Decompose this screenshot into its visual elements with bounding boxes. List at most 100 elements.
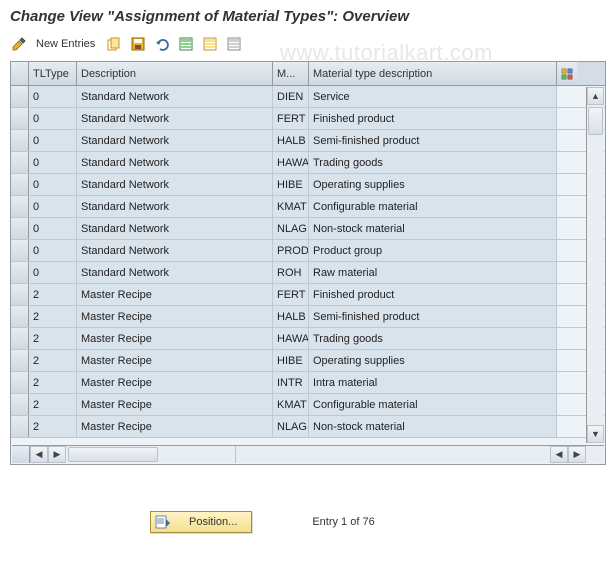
cell-description[interactable]: Standard Network [77, 196, 273, 217]
cell-material-desc[interactable]: Trading goods [309, 328, 557, 349]
cell-material-desc[interactable]: Operating supplies [309, 174, 557, 195]
cell-description[interactable]: Master Recipe [77, 372, 273, 393]
cell-material[interactable]: DIEN [273, 86, 309, 107]
row-selector[interactable] [11, 174, 29, 195]
cell-material-desc[interactable]: Configurable material [309, 196, 557, 217]
cell-description[interactable]: Master Recipe [77, 394, 273, 415]
row-selector[interactable] [11, 372, 29, 393]
cell-material[interactable]: FERT [273, 284, 309, 305]
cell-material-desc[interactable]: Non-stock material [309, 416, 557, 437]
row-selector[interactable] [11, 416, 29, 437]
cell-material-desc[interactable]: Finished product [309, 284, 557, 305]
cell-material[interactable]: NLAG [273, 218, 309, 239]
cell-tltype[interactable]: 0 [29, 174, 77, 195]
cell-tltype[interactable]: 0 [29, 86, 77, 107]
row-selector[interactable] [11, 196, 29, 217]
table-row[interactable]: 2Master RecipeHAWATrading goods [11, 328, 605, 350]
cell-material-desc[interactable]: Non-stock material [309, 218, 557, 239]
position-button[interactable]: Position... [150, 511, 252, 533]
cell-tltype[interactable]: 0 [29, 108, 77, 129]
new-entries-button[interactable]: New Entries [36, 38, 95, 50]
copy-icon[interactable] [105, 35, 123, 53]
scroll-right-icon-2[interactable]: ▶ [568, 446, 586, 463]
cell-material[interactable]: KMAT [273, 196, 309, 217]
cell-description[interactable]: Standard Network [77, 108, 273, 129]
hscroll-track-2[interactable]: ◀ ▶ [236, 446, 604, 463]
row-selector[interactable] [11, 86, 29, 107]
cell-material[interactable]: INTR [273, 372, 309, 393]
cell-material-desc[interactable]: Operating supplies [309, 350, 557, 371]
scroll-up-icon[interactable]: ▲ [587, 87, 604, 105]
row-selector[interactable] [11, 284, 29, 305]
hscroll-thumb-1[interactable] [68, 447, 158, 462]
table-row[interactable]: 0Standard NetworkFERTFinished product [11, 108, 605, 130]
row-selector[interactable] [11, 130, 29, 151]
cell-material-desc[interactable]: Configurable material [309, 394, 557, 415]
table-row[interactable]: 2Master RecipeKMATConfigurable material [11, 394, 605, 416]
scroll-left-icon[interactable]: ◀ [30, 446, 48, 463]
row-selector[interactable] [11, 152, 29, 173]
cell-tltype[interactable]: 0 [29, 152, 77, 173]
cell-material[interactable]: HALB [273, 306, 309, 327]
cell-description[interactable]: Standard Network [77, 174, 273, 195]
table-row[interactable]: 0Standard NetworkHAWATrading goods [11, 152, 605, 174]
cell-tltype[interactable]: 2 [29, 416, 77, 437]
cell-description[interactable]: Master Recipe [77, 416, 273, 437]
cell-material-desc[interactable]: Product group [309, 240, 557, 261]
cell-description[interactable]: Master Recipe [77, 284, 273, 305]
cell-tltype[interactable]: 0 [29, 196, 77, 217]
row-selector[interactable] [11, 240, 29, 261]
cell-material-desc[interactable]: Intra material [309, 372, 557, 393]
table-row[interactable]: 2Master RecipeFERTFinished product [11, 284, 605, 306]
cell-material[interactable]: PROD [273, 240, 309, 261]
cell-material-desc[interactable]: Semi-finished product [309, 306, 557, 327]
table-row[interactable]: 2Master RecipeINTRIntra material [11, 372, 605, 394]
cell-description[interactable]: Standard Network [77, 152, 273, 173]
cell-tltype[interactable]: 2 [29, 328, 77, 349]
cell-material[interactable]: ROH [273, 262, 309, 283]
scroll-right-icon[interactable]: ▶ [48, 446, 66, 463]
table-row[interactable]: 0Standard NetworkROHRaw material [11, 262, 605, 284]
cell-material[interactable]: KMAT [273, 394, 309, 415]
cell-material[interactable]: HALB [273, 130, 309, 151]
table-row[interactable]: 2Master RecipeHIBEOperating supplies [11, 350, 605, 372]
horizontal-scrollbar[interactable]: ◀ ▶ ◀ ▶ [12, 445, 604, 463]
row-selector[interactable] [11, 328, 29, 349]
row-selector[interactable] [11, 218, 29, 239]
hscroll-track-1[interactable] [66, 446, 236, 463]
save-icon[interactable] [129, 35, 147, 53]
cell-tltype[interactable]: 0 [29, 262, 77, 283]
scroll-down-icon[interactable]: ▼ [587, 425, 604, 443]
vscroll-track[interactable] [587, 105, 604, 425]
deselect-all-icon[interactable] [225, 35, 243, 53]
table-row[interactable]: 0Standard NetworkHIBEOperating supplies [11, 174, 605, 196]
cell-material-desc[interactable]: Trading goods [309, 152, 557, 173]
header-description[interactable]: Description [77, 62, 273, 85]
cell-material[interactable]: NLAG [273, 416, 309, 437]
header-select[interactable] [11, 62, 29, 85]
cell-material[interactable]: HAWA [273, 152, 309, 173]
cell-description[interactable]: Master Recipe [77, 328, 273, 349]
row-selector[interactable] [11, 262, 29, 283]
cell-tltype[interactable]: 0 [29, 218, 77, 239]
cell-tltype[interactable]: 2 [29, 372, 77, 393]
header-material-desc[interactable]: Material type description [309, 62, 557, 85]
table-row[interactable]: 0Standard NetworkHALBSemi-finished produ… [11, 130, 605, 152]
scroll-left-icon-2[interactable]: ◀ [550, 446, 568, 463]
cell-material-desc[interactable]: Finished product [309, 108, 557, 129]
row-selector[interactable] [11, 394, 29, 415]
cell-material-desc[interactable]: Semi-finished product [309, 130, 557, 151]
change-icon[interactable] [10, 35, 28, 53]
cell-description[interactable]: Standard Network [77, 240, 273, 261]
row-selector[interactable] [11, 306, 29, 327]
header-tltype[interactable]: TLType [29, 62, 77, 85]
cell-tltype[interactable]: 2 [29, 350, 77, 371]
table-row[interactable]: 0Standard NetworkNLAGNon-stock material [11, 218, 605, 240]
cell-tltype[interactable]: 2 [29, 306, 77, 327]
table-row[interactable]: 2Master RecipeNLAGNon-stock material [11, 416, 605, 438]
cell-description[interactable]: Standard Network [77, 218, 273, 239]
cell-description[interactable]: Master Recipe [77, 350, 273, 371]
cell-material[interactable]: FERT [273, 108, 309, 129]
cell-tltype[interactable]: 2 [29, 284, 77, 305]
row-selector[interactable] [11, 350, 29, 371]
